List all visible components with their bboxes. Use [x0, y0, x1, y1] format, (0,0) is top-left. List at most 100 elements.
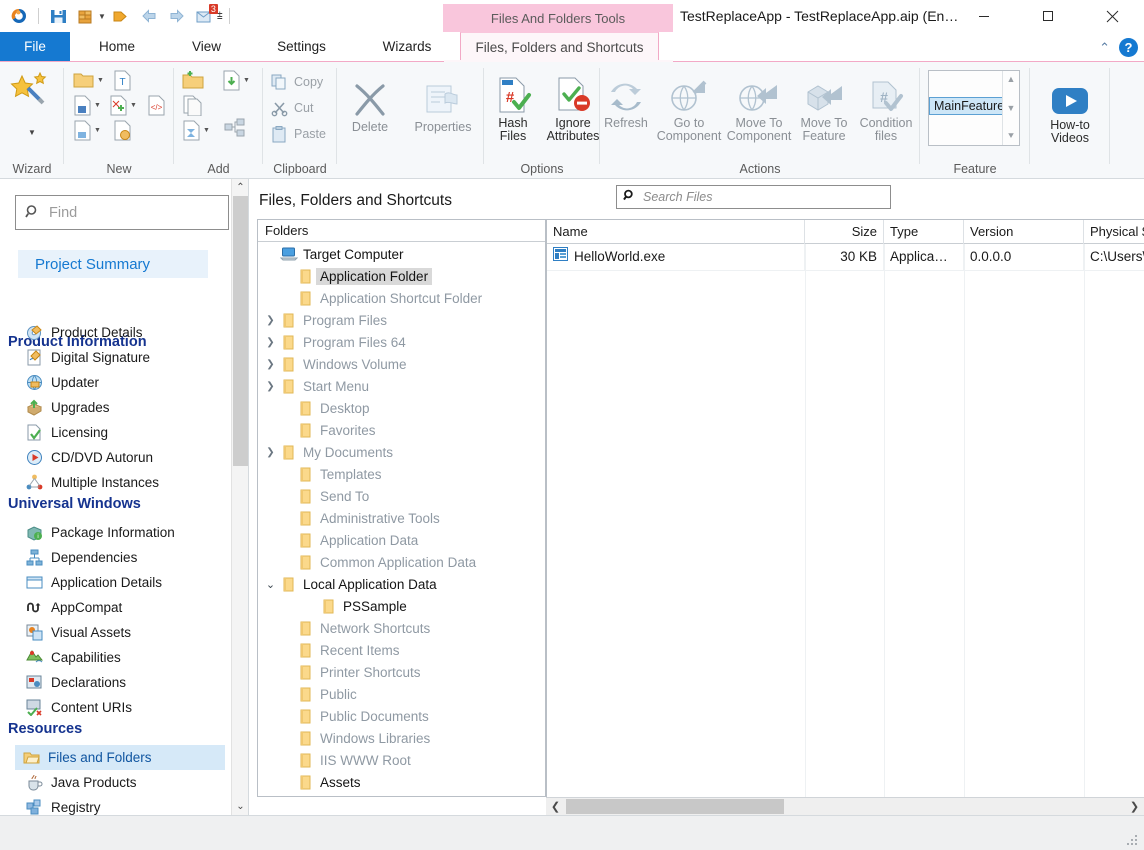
tree-twisty[interactable]: [279, 749, 296, 771]
feature-listbox[interactable]: MainFeature ▲ ▼ ⯆: [928, 70, 1020, 146]
tree-node-templates[interactable]: Templates: [279, 463, 386, 485]
refresh-button[interactable]: Refresh: [597, 72, 655, 130]
sidebar-item-cd-dvd-autorun[interactable]: CD/DVD Autorun: [18, 445, 225, 470]
sidebar-item-package-information[interactable]: i Package Information: [18, 520, 225, 545]
tree-node-start-menu[interactable]: ❯ Start Menu: [262, 375, 373, 397]
sidebar-scroll-thumb[interactable]: [233, 196, 248, 466]
table-row[interactable]: HelloWorld.exe 30 KB Applica… 0.0.0.0 C:…: [547, 244, 1144, 270]
tree-twisty[interactable]: [279, 287, 296, 309]
sidebar-item-java-products[interactable]: Java Products: [18, 770, 225, 795]
paste-button[interactable]: Paste: [269, 124, 326, 144]
maximize-button[interactable]: [1025, 0, 1071, 32]
go-to-component-button[interactable]: Go to Component: [655, 72, 723, 143]
sidebar-item-multiple-instances[interactable]: Multiple Instances: [18, 470, 225, 495]
find-input[interactable]: [47, 203, 217, 222]
folders-column-header[interactable]: Folders: [258, 220, 545, 242]
tree-twisty[interactable]: [279, 771, 296, 793]
add-folder-button[interactable]: [182, 70, 205, 91]
tab-view[interactable]: View: [164, 32, 249, 62]
column-header-version[interactable]: Version: [964, 220, 1084, 244]
new-empty-file-button[interactable]: ▼: [73, 120, 101, 141]
properties-button[interactable]: Properties: [403, 76, 483, 134]
tree-node-common-application-data[interactable]: Common Application Data: [279, 551, 480, 573]
build-dropdown-caret-icon[interactable]: ▼: [98, 12, 106, 21]
run-icon[interactable]: [108, 3, 134, 29]
add-temp-file-button[interactable]: ▼: [182, 120, 210, 141]
forward-icon[interactable]: [164, 3, 190, 29]
tab-file[interactable]: File: [0, 32, 70, 62]
tree-node-program-files-64[interactable]: ❯ Program Files 64: [262, 331, 410, 353]
tree-twisty[interactable]: [279, 419, 296, 441]
sidebar-scroll-up-icon[interactable]: ⌃: [232, 179, 249, 196]
collapse-ribbon-icon[interactable]: ⌃: [1099, 40, 1110, 56]
import-file-button[interactable]: ▼: [222, 70, 250, 91]
tree-node-assets[interactable]: Assets: [279, 771, 365, 793]
tree-node-network-shortcuts[interactable]: Network Shortcuts: [279, 617, 434, 639]
tab-settings[interactable]: Settings: [249, 32, 354, 62]
scroll-right-icon[interactable]: ❯: [1126, 798, 1143, 815]
tree-node-program-files[interactable]: ❯ Program Files: [262, 309, 391, 331]
tree-twisty[interactable]: [279, 551, 296, 573]
wizard-dropdown-caret-icon[interactable]: ▼: [28, 128, 36, 137]
sidebar-item-dependencies[interactable]: Dependencies: [18, 545, 225, 570]
file-list-horizontal-scrollbar[interactable]: ❮ ❯: [546, 797, 1144, 815]
scroll-down-icon[interactable]: ▼: [1007, 103, 1016, 113]
advanced-installer-logo-icon[interactable]: [6, 3, 32, 29]
notifications-icon[interactable]: 3: [192, 3, 218, 29]
sidebar-scroll-down-icon[interactable]: ⌄: [232, 798, 249, 815]
sidebar-item-project-summary[interactable]: Project Summary: [18, 250, 208, 278]
tree-twisty[interactable]: [262, 243, 279, 265]
sidebar-item-content-uris[interactable]: Content URIs: [18, 695, 225, 720]
tree-node-desktop[interactable]: Desktop: [279, 397, 374, 419]
tree-twisty[interactable]: [279, 397, 296, 419]
sidebar-scrollbar[interactable]: ⌃ ⌄: [231, 179, 248, 815]
save-icon[interactable]: [45, 3, 71, 29]
new-merge-button[interactable]: ▼: [109, 95, 137, 116]
tree-twisty[interactable]: [302, 595, 319, 617]
move-to-feature-button[interactable]: Move To Feature: [793, 72, 855, 143]
new-folder-button[interactable]: ▼: [73, 70, 104, 90]
tree-node-local-application-data[interactable]: ⌄ Local Application Data: [262, 573, 441, 595]
build-icon[interactable]: [73, 3, 99, 29]
sidebar-item-declarations[interactable]: Declarations: [18, 670, 225, 695]
tab-wizards[interactable]: Wizards: [354, 32, 460, 62]
chevron-down-icon[interactable]: ▼: [203, 127, 210, 134]
sidebar-item-product-details[interactable]: Product Details: [18, 320, 225, 345]
tab-files-folders-and-shortcuts[interactable]: Files, Folders and Shortcuts: [460, 32, 659, 62]
tree-twisty[interactable]: [279, 463, 296, 485]
sidebar-item-capabilities[interactable]: Capabilities: [18, 645, 225, 670]
delete-button[interactable]: Delete: [338, 76, 402, 134]
minimize-button[interactable]: [961, 0, 1007, 32]
tree-twisty-collapsed-icon[interactable]: ❯: [262, 353, 279, 375]
folders-tree[interactable]: Target Computer Application Folder Appli…: [258, 243, 545, 796]
sidebar-item-upgrades[interactable]: Upgrades: [18, 395, 225, 420]
tree-node-my-documents[interactable]: ❯ My Documents: [262, 441, 397, 463]
condition-files-button[interactable]: # Condition files: [853, 72, 919, 143]
tree-twisty-collapsed-icon[interactable]: ❯: [262, 331, 279, 353]
find-box[interactable]: [15, 195, 229, 230]
tree-node-public-documents[interactable]: Public Documents: [279, 705, 433, 727]
new-shortcut-button[interactable]: ▼: [73, 95, 101, 116]
tree-node-favorites[interactable]: Favorites: [279, 419, 380, 441]
new-text-file-button[interactable]: T: [113, 70, 132, 91]
tree-twisty[interactable]: [279, 507, 296, 529]
tree-twisty[interactable]: [279, 639, 296, 661]
scroll-end-icon[interactable]: ⯆: [1007, 131, 1015, 142]
sidebar-item-appcompat[interactable]: AppCompat: [18, 595, 225, 620]
chevron-down-icon[interactable]: ▼: [94, 102, 101, 109]
search-files-box[interactable]: [616, 185, 891, 209]
tree-node-application-data[interactable]: Application Data: [279, 529, 422, 551]
new-download-file-button[interactable]: [113, 120, 132, 141]
move-to-component-button[interactable]: Move To Component: [723, 72, 795, 143]
add-structure-button[interactable]: [224, 118, 246, 138]
column-header-physical[interactable]: Physical $: [1084, 220, 1144, 244]
tree-node-administrative-tools[interactable]: Administrative Tools: [279, 507, 444, 529]
how-to-videos-button[interactable]: How-to Videos: [1038, 74, 1102, 145]
resize-grip-icon[interactable]: [1127, 835, 1138, 846]
wizard-button[interactable]: [1, 70, 63, 115]
back-icon[interactable]: [136, 3, 162, 29]
tree-node-send-to[interactable]: Send To: [279, 485, 373, 507]
tree-twisty[interactable]: [279, 727, 296, 749]
tree-twisty[interactable]: [279, 265, 296, 287]
chevron-down-icon[interactable]: ▼: [243, 77, 250, 84]
